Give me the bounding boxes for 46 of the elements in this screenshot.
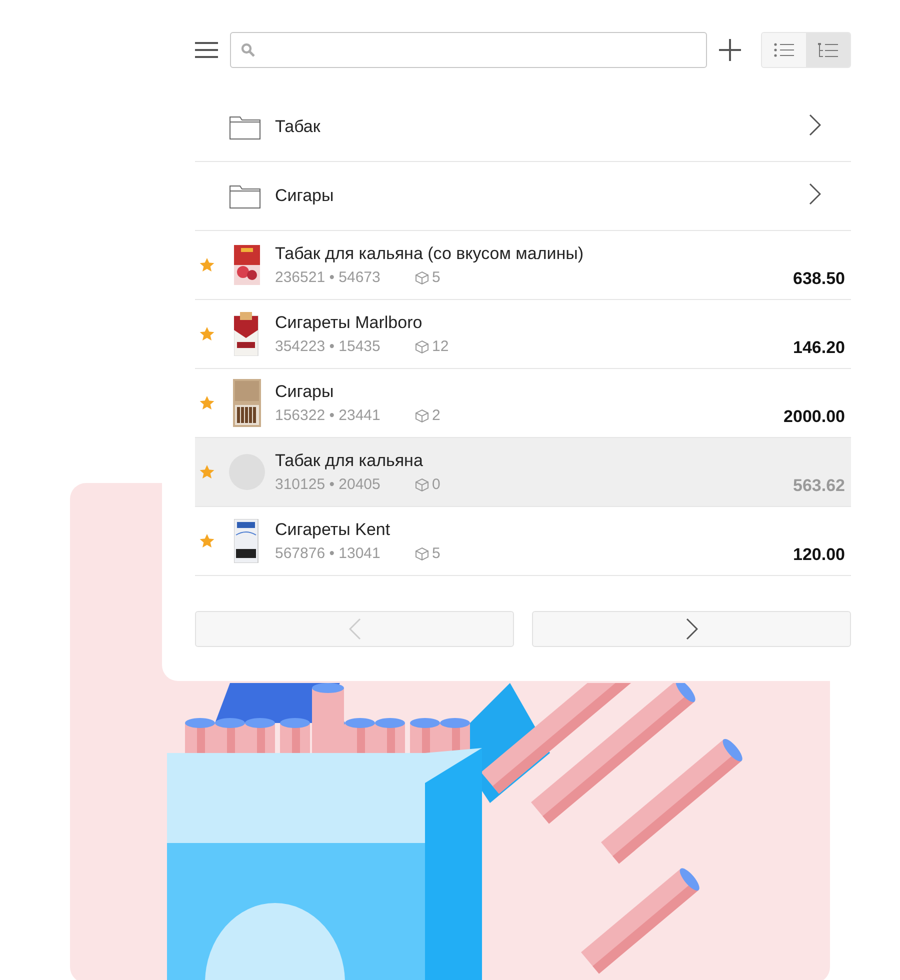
folder-icon [229,114,261,140]
chevron-right-icon [809,114,821,136]
folder-icon [229,183,261,209]
search-field[interactable] [230,32,707,68]
product-codes: 236521 • 54673 [275,269,382,286]
chevron-right-icon [686,618,698,640]
tobacco-pack-photo [234,245,260,285]
search-icon [241,43,255,57]
product-name: Сигареты Marlboro [275,313,424,333]
product-codes: 354223 • 15435 [275,338,382,355]
product-row[interactable]: Табак для кальяна 310125 • 20405 0 563.62 [195,438,851,507]
product-price: 146.20 [793,338,845,358]
stock-count: 5 [432,269,440,286]
tree-list-icon [818,42,838,58]
product-codes: 310125 • 20405 [275,476,382,493]
box-icon [415,270,429,284]
box-icon [415,340,429,354]
product-name: Табак для кальяна (со вкусом малины) [275,244,584,264]
product-name: Сигареты Kent [275,520,392,540]
stock-count: 5 [432,545,440,562]
product-price: 638.50 [793,269,845,289]
cigar-box-photo [233,379,261,427]
folder-name: Сигары [275,186,335,206]
cigarette-pack-photo [234,312,260,356]
product-name: Сигары [275,382,335,402]
product-price: 120.00 [793,545,845,565]
stock-count: 12 [432,338,449,355]
product-codes: 567876 • 13041 [275,545,382,562]
stock-count: 0 [432,476,440,493]
stock-count: 2 [432,407,440,424]
menu-button[interactable] [195,42,218,58]
cigarette-pack-photo [234,519,260,563]
box-icon [415,408,429,422]
box-icon [415,478,429,492]
add-button[interactable] [719,39,741,61]
product-codes: 156322 • 23441 [275,407,382,424]
chevron-left-icon [348,618,360,640]
chevron-right-icon [809,182,821,204]
box-icon [415,546,429,560]
folder-name: Табак [275,117,322,137]
view-toggle-button[interactable] [806,33,850,67]
view-toggle-button[interactable] [762,33,806,67]
product-name: Табак для кальяна [275,451,424,471]
list-icon [774,43,794,57]
product-price: 2000.00 [784,407,845,427]
product-price: 563.62 [793,476,845,496]
